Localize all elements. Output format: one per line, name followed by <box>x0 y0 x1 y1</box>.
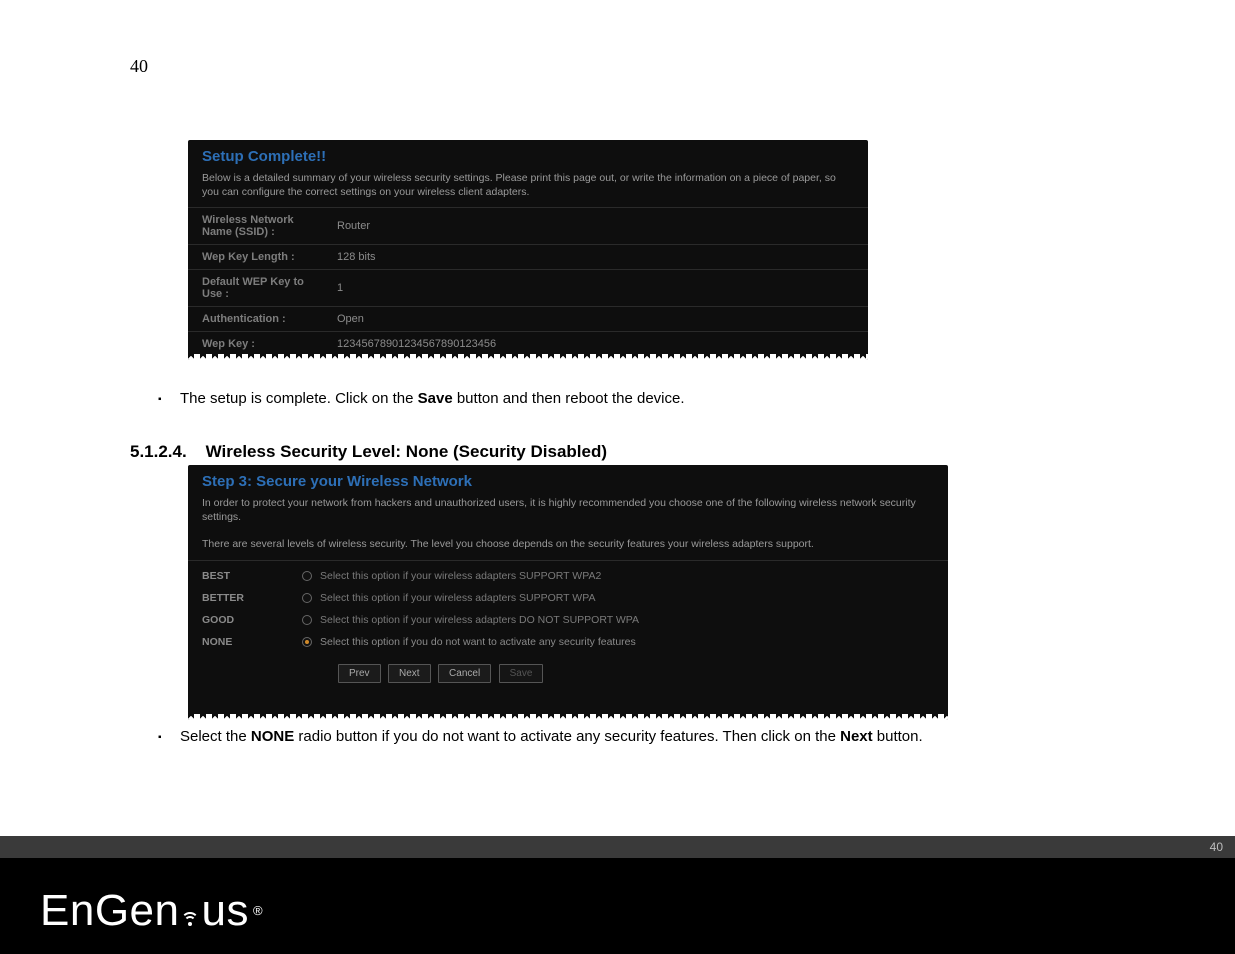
option-none[interactable]: NONE Select this option if you do not wa… <box>202 631 934 653</box>
row-label: Wep Key Length : <box>188 245 323 270</box>
screenshot-setup-complete: Setup Complete!! Below is a detailed sum… <box>188 140 868 360</box>
panel-title: Step 3: Secure your Wireless Network <box>188 465 948 494</box>
row-value: Router <box>323 208 868 245</box>
instruction-2: Select the NONE radio button if you do n… <box>180 728 923 745</box>
torn-edge <box>188 354 868 360</box>
panel-intro-2: There are several levels of wireless sec… <box>188 532 948 561</box>
table-row: Wep Key Length :128 bits <box>188 245 868 270</box>
row-value: 12345678901234567890123456 <box>323 332 868 357</box>
page-number-footer: 40 <box>1210 840 1223 854</box>
option-best[interactable]: BEST Select this option if your wireless… <box>202 565 934 587</box>
radio-icon[interactable] <box>302 593 312 603</box>
option-desc: Select this option if you do not want to… <box>320 636 636 648</box>
row-value: Open <box>323 307 868 332</box>
table-row: Wireless Network Name (SSID) :Router <box>188 208 868 245</box>
trademark-icon: ® <box>253 903 263 918</box>
panel-intro: Below is a detailed summary of your wire… <box>188 169 868 207</box>
brand-logo: EnGen us ® <box>40 886 263 936</box>
footer-bar <box>0 836 1235 858</box>
button-row: Prev Next Cancel Save <box>188 653 948 689</box>
option-desc: Select this option if your wireless adap… <box>320 570 601 582</box>
wifi-icon <box>181 906 199 936</box>
option-label: BEST <box>202 570 302 582</box>
option-better[interactable]: BETTER Select this option if your wirele… <box>202 587 934 609</box>
option-label: NONE <box>202 636 302 648</box>
table-row: Authentication :Open <box>188 307 868 332</box>
row-label: Authentication : <box>188 307 323 332</box>
option-good[interactable]: GOOD Select this option if your wireless… <box>202 609 934 631</box>
save-button: Save <box>499 664 544 683</box>
row-label: Default WEP Key to Use : <box>188 270 323 307</box>
summary-table: Wireless Network Name (SSID) :Router Wep… <box>188 207 868 356</box>
security-options: BEST Select this option if your wireless… <box>188 561 948 653</box>
row-value: 1 <box>323 270 868 307</box>
next-button[interactable]: Next <box>388 664 431 683</box>
instruction-1: The setup is complete. Click on the Save… <box>180 390 685 407</box>
torn-edge <box>188 714 948 720</box>
row-label: Wep Key : <box>188 332 323 357</box>
page-number-top: 40 <box>130 56 148 77</box>
section-heading: 5.1.2.4. Wireless Security Level: None (… <box>130 442 607 462</box>
cancel-button[interactable]: Cancel <box>438 664 491 683</box>
option-label: BETTER <box>202 592 302 604</box>
page-footer: 40 EnGen us ® <box>0 858 1235 954</box>
radio-icon[interactable] <box>302 637 312 647</box>
row-label: Wireless Network Name (SSID) : <box>188 208 323 245</box>
option-desc: Select this option if your wireless adap… <box>320 614 639 626</box>
option-desc: Select this option if your wireless adap… <box>320 592 595 604</box>
panel-intro-1: In order to protect your network from ha… <box>188 494 948 532</box>
panel-title: Setup Complete!! <box>188 140 868 169</box>
row-value: 128 bits <box>323 245 868 270</box>
option-label: GOOD <box>202 614 302 626</box>
radio-icon[interactable] <box>302 615 312 625</box>
screenshot-security-level: Step 3: Secure your Wireless Network In … <box>188 465 948 720</box>
table-row: Default WEP Key to Use :1 <box>188 270 868 307</box>
table-row: Wep Key :12345678901234567890123456 <box>188 332 868 357</box>
radio-icon[interactable] <box>302 571 312 581</box>
prev-button[interactable]: Prev <box>338 664 381 683</box>
